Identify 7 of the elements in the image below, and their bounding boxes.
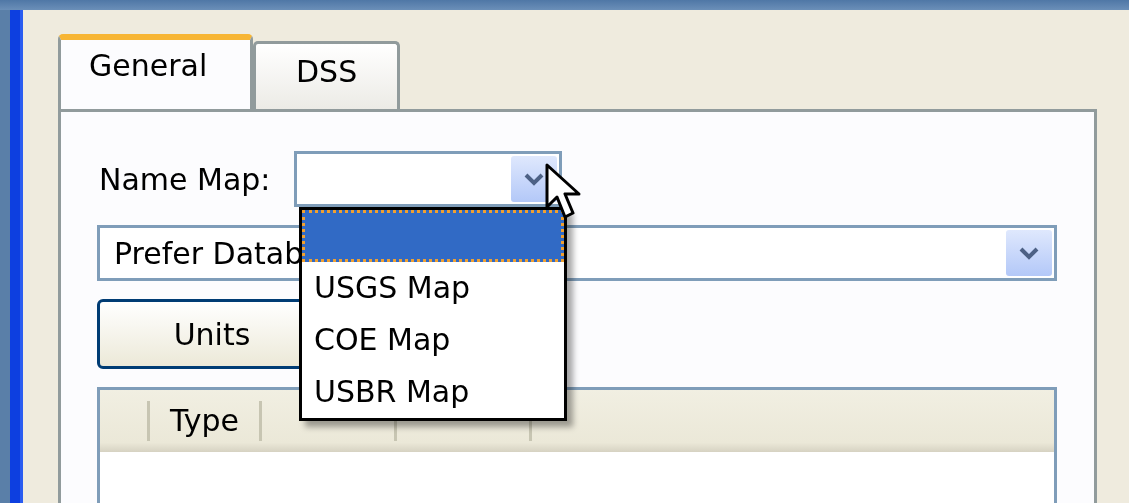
name-map-dropdown[interactable] [294, 151, 563, 207]
column-header[interactable]: Type [150, 401, 262, 441]
dropdown-value: Prefer Datab [114, 235, 304, 271]
tab[interactable]: DSS [253, 41, 401, 109]
field-label: Name Map: [99, 161, 271, 197]
dropdown-option[interactable]: USBR Map [302, 366, 564, 418]
tab[interactable]: General [58, 34, 253, 109]
